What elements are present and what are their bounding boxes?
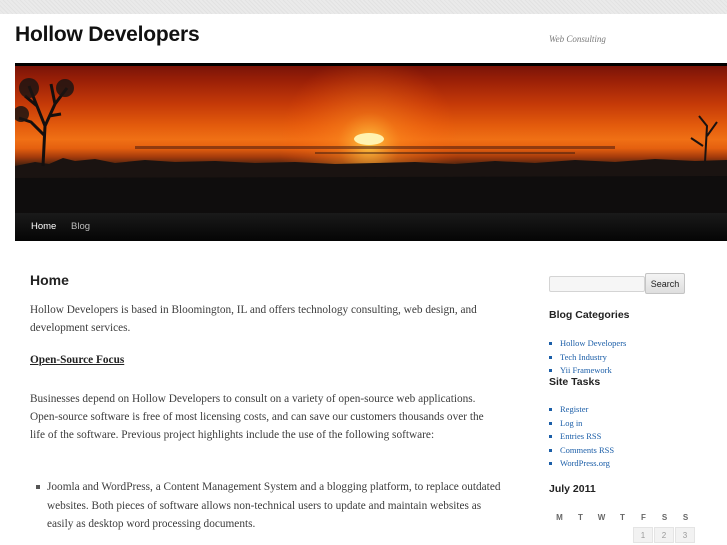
- page-title: Home: [30, 272, 69, 288]
- task-link[interactable]: Register: [549, 403, 614, 417]
- weekday-label: W: [597, 513, 606, 522]
- body-paragraph: Businesses depend on Hollow Developers t…: [30, 393, 484, 441]
- weekday-label: F: [641, 513, 646, 522]
- task-label[interactable]: WordPress.org: [560, 458, 610, 468]
- widget-title-tasks: Site Tasks: [549, 376, 601, 388]
- intro-paragraph: Hollow Developers is based in Bloomingto…: [30, 304, 477, 334]
- weekday-label: T: [620, 513, 625, 522]
- section-heading: Open-Source Focus: [30, 354, 125, 366]
- weekday-label: T: [578, 513, 583, 522]
- list-item: Joomla and WordPress, a Content Manageme…: [36, 478, 506, 534]
- tasks-list: Register Log in Entries RSS Comments RSS…: [549, 403, 614, 471]
- categories-list: Hollow Developers Tech Industry Yii Fram…: [549, 337, 626, 378]
- task-link[interactable]: WordPress.org: [549, 457, 614, 471]
- weekday-label: S: [661, 513, 668, 522]
- task-label[interactable]: Comments RSS: [560, 445, 614, 455]
- category-label[interactable]: Tech Industry: [560, 352, 607, 362]
- search-input[interactable]: [549, 276, 645, 292]
- nav-item-home[interactable]: Home: [31, 221, 56, 232]
- task-label[interactable]: Log in: [560, 418, 582, 428]
- calendar-title: July 2011: [549, 483, 596, 495]
- task-link[interactable]: Comments RSS: [549, 444, 614, 458]
- header-image: [15, 66, 727, 213]
- weekday-label: M: [556, 513, 563, 522]
- calendar-day: 2: [654, 527, 674, 543]
- nav-item-blog[interactable]: Blog: [71, 221, 90, 232]
- sun-icon: [354, 133, 384, 145]
- category-label[interactable]: Hollow Developers: [560, 338, 626, 348]
- task-link[interactable]: Log in: [549, 417, 614, 431]
- category-link[interactable]: Tech Industry: [549, 351, 626, 365]
- task-link[interactable]: Entries RSS: [549, 430, 614, 444]
- site-description: Web Consulting: [549, 34, 606, 44]
- sunset-illustration: [15, 66, 727, 213]
- weekday-label: S: [682, 513, 689, 522]
- calendar-day: 3: [675, 527, 695, 543]
- widget-title-categories: Blog Categories: [549, 309, 630, 321]
- task-label[interactable]: Entries RSS: [560, 431, 601, 441]
- task-label[interactable]: Register: [560, 404, 588, 414]
- category-label[interactable]: Yii Framework: [560, 365, 612, 375]
- calendar-weekdays: M T W T F S S: [549, 513, 694, 525]
- main-navigation: Home Blog: [15, 213, 727, 241]
- bullet-icon: [36, 485, 40, 489]
- list-item-text: Joomla and WordPress, a Content Manageme…: [47, 481, 501, 530]
- calendar-day: 1: [633, 527, 653, 543]
- site-title[interactable]: Hollow Developers: [15, 23, 200, 47]
- search-button[interactable]: Search: [645, 273, 685, 294]
- category-link[interactable]: Hollow Developers: [549, 337, 626, 351]
